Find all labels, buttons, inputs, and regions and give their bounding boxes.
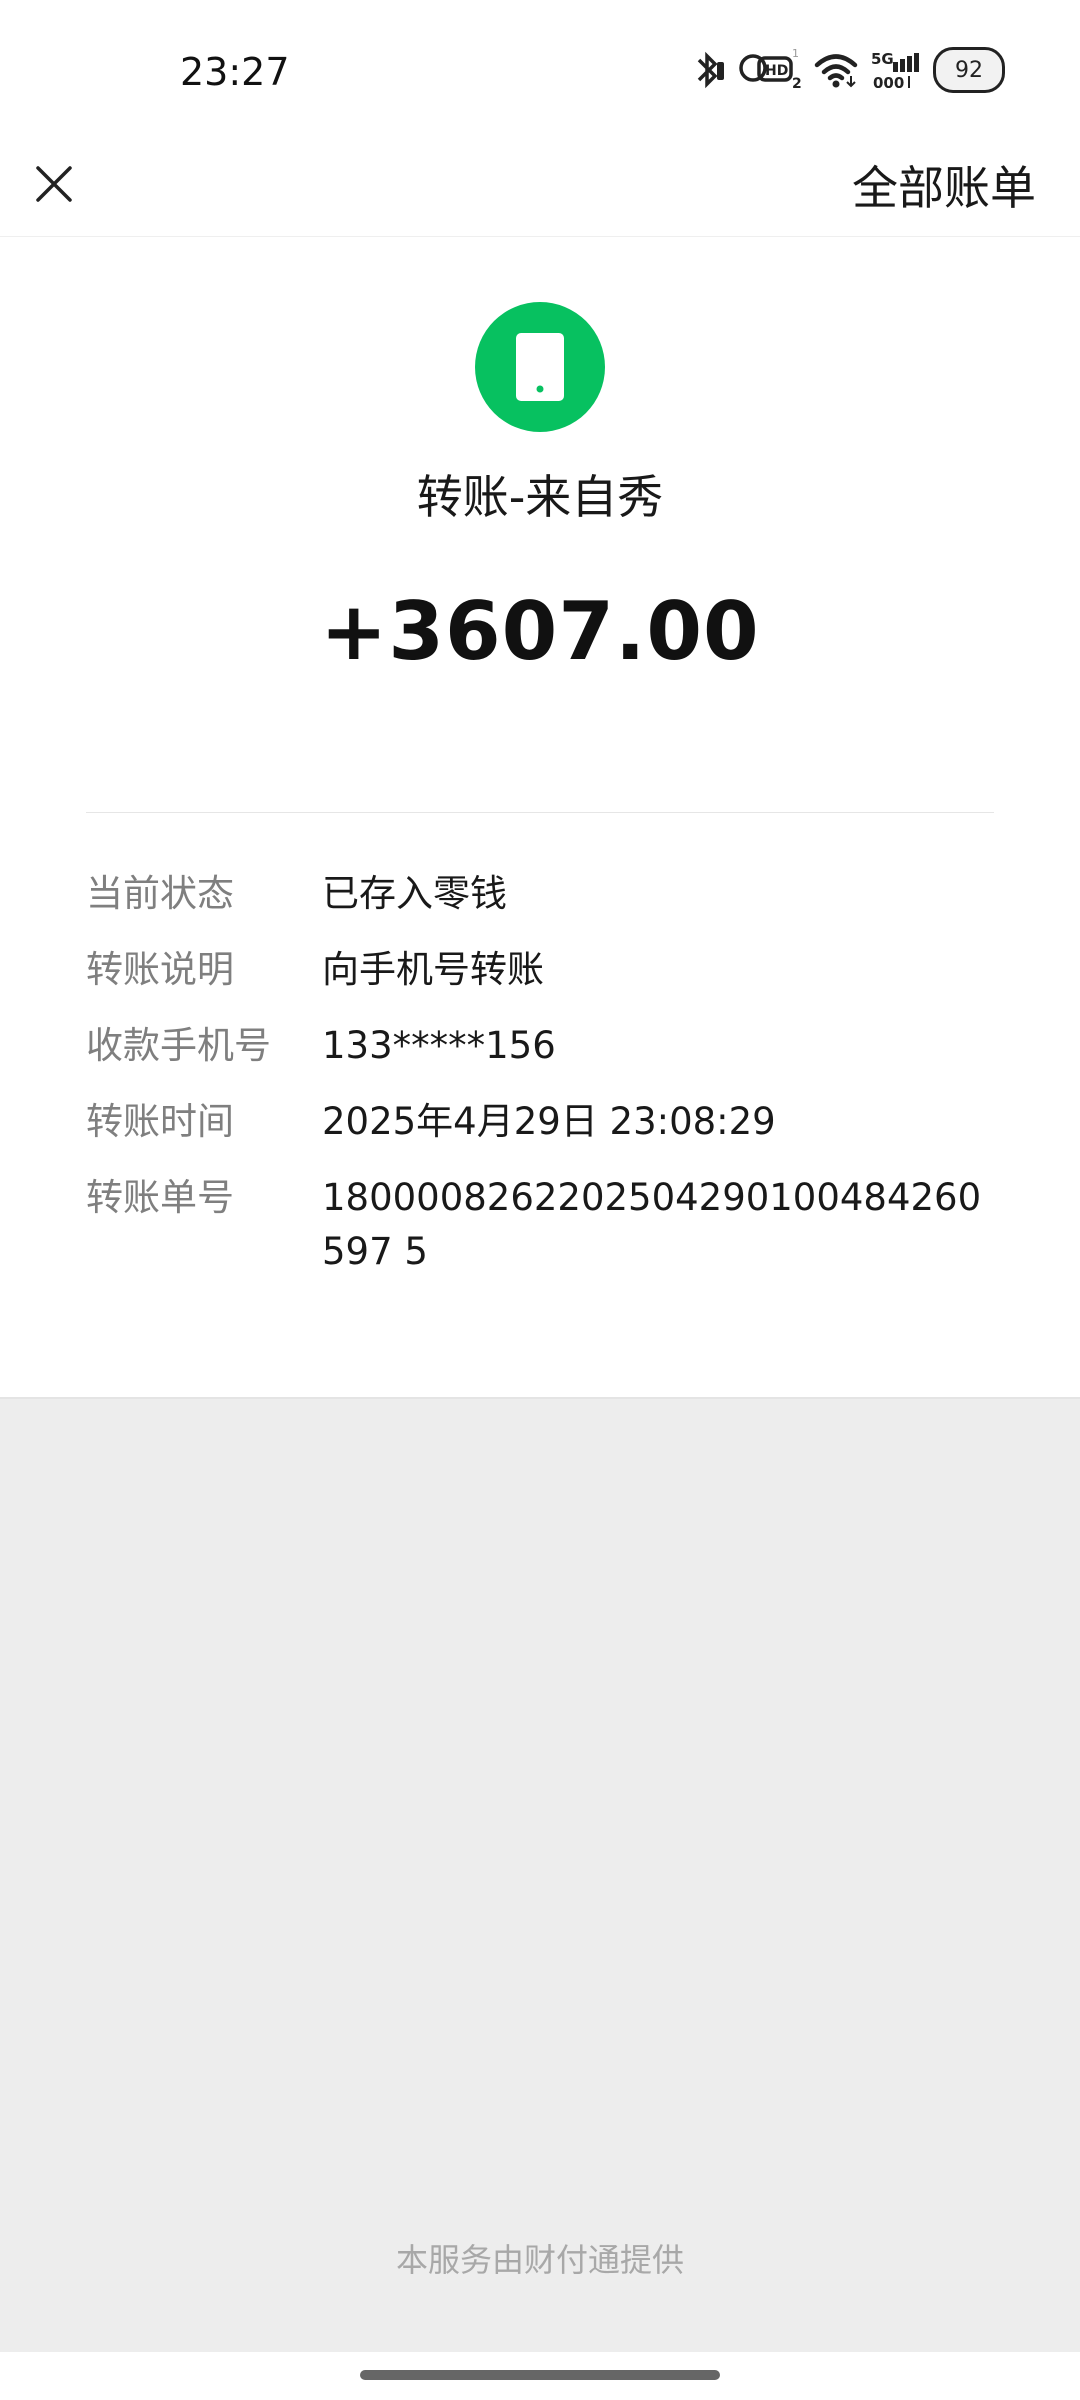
phone-icon (475, 302, 605, 432)
battery-icon: 92 (933, 47, 1005, 93)
close-button[interactable] (26, 158, 82, 214)
5g-signal-icon: 5G 000 (869, 48, 923, 92)
detail-row-order-number: 转账单号 1800008262202504290100484260597 5 (86, 1171, 996, 1279)
all-bills-button[interactable]: 全部账单 (852, 140, 1036, 236)
status-bar: 23:27 HD 2 1 5G 000 92 (0, 0, 1080, 140)
transaction-title: 转账-来自秀 (416, 470, 664, 524)
detail-label: 转账时间 (86, 1100, 234, 1143)
svg-text:1: 1 (792, 48, 799, 60)
detail-label: 收款手机号 (86, 1024, 271, 1067)
detail-value: 已存入零钱 (322, 872, 507, 915)
details-list: 当前状态 已存入零钱 转账说明 向手机号转账 收款手机号 133*****156… (86, 867, 996, 1301)
divider (86, 812, 994, 813)
transaction-amount: +3607.00 (320, 585, 760, 678)
close-icon (32, 162, 76, 210)
detail-value: 向手机号转账 (322, 948, 544, 991)
detail-label: 转账单号 (86, 1176, 234, 1219)
screen: 23:27 HD 2 1 5G 000 92 全部账单 转账-来自秀 +3607… (0, 0, 1080, 2400)
detail-row-note: 转账说明 向手机号转账 (86, 943, 996, 997)
detail-value: 2025年4月29日 23:08:29 (322, 1100, 776, 1143)
detail-label: 转账说明 (86, 948, 234, 991)
transaction-card: 转账-来自秀 +3607.00 当前状态 已存入零钱 转账说明 向手机号转账 收… (0, 237, 1080, 1399)
service-provider-note: 本服务由财付通提供 (395, 2241, 684, 2279)
svg-text:2: 2 (792, 76, 802, 92)
detail-row-time: 转账时间 2025年4月29日 23:08:29 (86, 1095, 996, 1149)
detail-value[interactable]: 1800008262202504290100484260597 5 (322, 1171, 996, 1279)
status-icons: HD 2 1 5G 000 92 (693, 40, 1005, 100)
detail-row-status: 当前状态 已存入零钱 (86, 867, 996, 921)
wifi-icon (813, 50, 859, 90)
status-time: 23:27 (180, 50, 290, 94)
battery-level: 92 (933, 47, 1005, 93)
gesture-bar (0, 2352, 1080, 2400)
detail-row-phone: 收款手机号 133*****156 (86, 1019, 996, 1073)
svg-text:HD: HD (765, 63, 788, 79)
svg-text:5G: 5G (871, 50, 894, 68)
nav-bar: 全部账单 (0, 140, 1080, 237)
home-indicator[interactable] (360, 2370, 720, 2380)
bluetooth-icon (693, 50, 727, 90)
hd-signal-icon: HD 2 1 (737, 48, 803, 92)
svg-text:000: 000 (873, 74, 904, 92)
detail-value: 133*****156 (322, 1024, 556, 1067)
detail-label: 当前状态 (86, 872, 234, 915)
